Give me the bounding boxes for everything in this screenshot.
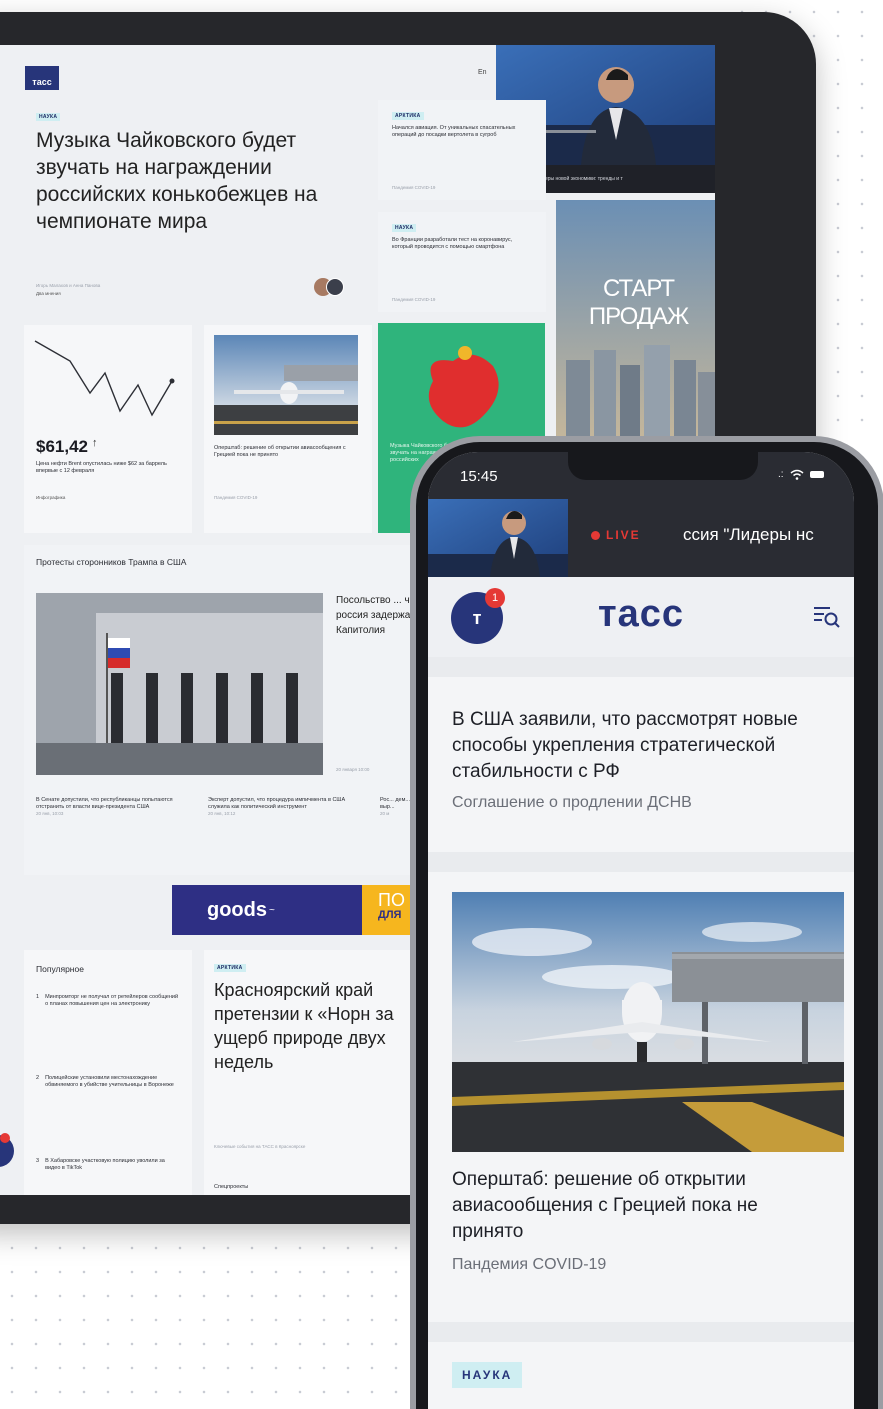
heart-model-image: [428, 346, 499, 428]
side-story-text[interactable]: Во Франции разработали тест на коронавир…: [392, 237, 532, 251]
popular-item-text: Полицейские установили местонахождение о…: [45, 1075, 174, 1088]
side-story-card[interactable]: НАУКА Во Франции разработали тест на кор…: [378, 212, 546, 312]
live-thumbnail[interactable]: [428, 499, 568, 577]
popular-item-text: Минпромторг не получал от ретейлеров соо…: [45, 994, 179, 1007]
live-label: LIVE: [606, 528, 641, 542]
popular-item[interactable]: 3 В Хабаровске участковую полицию уволил…: [36, 1158, 181, 1172]
ad-title: СТАРТ ПРОДАЖ: [588, 275, 689, 330]
sub-story[interactable]: В Сенате допустили, что республиканцы по…: [36, 797, 186, 816]
news-title: Оперштаб: решение об открытии авиасообще…: [452, 1169, 758, 1242]
section-card: Протесты сторонников Трампа в США Посоль…: [24, 545, 444, 875]
live-text[interactable]: ссия "Лидеры нс: [683, 525, 814, 545]
news-title: В США заявили, что рассмотрят новые спос…: [452, 709, 798, 782]
sub-story-date: 20 янв, 10:12: [208, 811, 236, 816]
side-story-footer: Пандемия COVID-19: [392, 185, 436, 190]
side-story-tag: НАУКА: [392, 224, 417, 232]
avatar: [326, 278, 344, 296]
popular-item-number: 1: [36, 994, 40, 1000]
main-story-tag: НАУКА: [36, 113, 61, 121]
plane-story-text[interactable]: Оперштаб: решение об открытии авиасообще…: [214, 445, 354, 459]
oil-price-card[interactable]: $61,42 ↑ Цена нефти Brent опустилась ниж…: [24, 325, 192, 533]
app-logo[interactable]: тасс: [428, 593, 854, 636]
news-subtitle: Соглашение о продлении ДСНВ: [452, 794, 692, 811]
video-caption: Лидеры новой экономики: тренды и т: [536, 176, 623, 182]
ad-banner[interactable]: СТАРТ ПРОДАЖ: [556, 200, 715, 448]
phone-screen: 15:45 .: LIVE ссия "Лидеры нс т 1 тасс В…: [428, 452, 854, 1409]
popular-item[interactable]: 2 Полицейские установили местонахождение…: [36, 1075, 181, 1089]
tablet-notification-badge[interactable]: [0, 1133, 14, 1167]
news-card[interactable]: Оперштаб: решение об открытии авиасообще…: [428, 872, 854, 1322]
news-card[interactable]: В США заявили, что рассмотрят новые спос…: [428, 677, 854, 852]
side-story-card[interactable]: АРКТИКА Начался авиация. От уникальных с…: [378, 100, 546, 200]
popular-card: Популярное 1 Минпромторг не получал от р…: [24, 950, 192, 1195]
dot-pattern-bottom-left: [0, 1236, 420, 1409]
tass-logo[interactable]: тасс: [25, 66, 59, 90]
price-sparkline: [34, 340, 175, 417]
price-value-row: $61,42 ↑: [36, 437, 98, 457]
app-header: т 1 тасс: [428, 577, 854, 657]
side-story-tag: АРКТИКА: [392, 112, 424, 120]
side-story-footer: Пандемия COVID-19: [392, 297, 436, 302]
main-story-authors: Игорь Малахов и Анна Панова: [36, 283, 101, 288]
popular-item-number: 2: [36, 1075, 40, 1081]
status-icons: .:: [778, 469, 824, 480]
sub-story[interactable]: Эксперт допустил, что процедура импичмен…: [208, 797, 358, 816]
sub-stories: В Сенате допустили, что республиканцы по…: [36, 797, 441, 816]
next-card[interactable]: НАУКА: [428, 1342, 854, 1409]
badge-dot: [0, 1133, 10, 1143]
price-arrow-icon: ↑: [92, 437, 98, 449]
goods-wave-icon: ~: [269, 904, 275, 916]
language-icon[interactable]: En: [478, 69, 487, 76]
plane-photo: [452, 892, 844, 1152]
plane-image: [214, 335, 358, 435]
battery-icon: [809, 471, 824, 478]
status-time: 15:45: [460, 468, 498, 485]
menu-search-icon[interactable]: [814, 606, 840, 630]
popular-item-text: В Хабаровске участковую полицию уволили …: [45, 1158, 165, 1171]
plane-story-footer: Пандемия COVID-19: [214, 495, 258, 500]
next-tag: НАУКА: [452, 1362, 523, 1388]
live-dot: [591, 530, 600, 540]
phone-top-area: 15:45 .: LIVE ссия "Лидеры нс: [428, 452, 854, 577]
embassy-image[interactable]: [36, 593, 323, 775]
notch: [568, 452, 758, 480]
popular-title: Популярное: [36, 964, 84, 974]
price-value: $61,42: [36, 437, 88, 456]
live-indicator: LIVE: [591, 528, 641, 542]
section-date: 20 января 10:00: [336, 767, 370, 772]
sub-story-date: 20 янв, 10:03: [36, 811, 64, 816]
plane-story-card[interactable]: Оперштаб: решение об открытии авиасообще…: [204, 325, 372, 533]
main-story-meta: Два мнения: [36, 291, 61, 296]
main-story-title[interactable]: Музыка Чайковского будет звучать на нагр…: [36, 127, 356, 235]
bottom-story-footer: Ключевые события на ТАСС в Красноярске: [214, 1144, 306, 1149]
bottom-story-card[interactable]: АРКТИКА Красноярский край претензии к «Н…: [204, 950, 444, 1195]
sub-story-text: Эксперт допустил, что процедура импичмен…: [208, 797, 346, 810]
bottom-story-title: Красноярский край претензии к «Норн за у…: [214, 980, 394, 1072]
price-footer: Инфографика: [36, 495, 66, 500]
popular-item-number: 3: [36, 1158, 40, 1164]
promo-composition: тасс En Лидеры новой экономики: тренды и…: [0, 0, 883, 1409]
side-story-text[interactable]: Начался авиация. От уникальных спасатель…: [392, 125, 532, 139]
section-title[interactable]: Протесты сторонников Трампа в США: [36, 557, 186, 567]
goods-logo: goods: [207, 898, 267, 921]
main-story-card[interactable]: НАУКА Музыка Чайковского будет звучать н…: [24, 100, 364, 310]
news-subtitle: Пандемия COVID-19: [452, 1256, 607, 1273]
wifi-icon: [790, 469, 804, 480]
bottom-story-tag: АРКТИКА: [214, 964, 246, 972]
bottom-story-more[interactable]: Спецпроекты: [214, 1184, 248, 1191]
sub-story-text: В Сенате допустили, что республиканцы по…: [36, 797, 173, 810]
signal-icon: .:: [778, 469, 784, 480]
price-text[interactable]: Цена нефти Brent опустилась ниже $62 за …: [36, 461, 176, 475]
popular-item[interactable]: 1 Минпромторг не получал от ретейлеров с…: [36, 994, 181, 1008]
